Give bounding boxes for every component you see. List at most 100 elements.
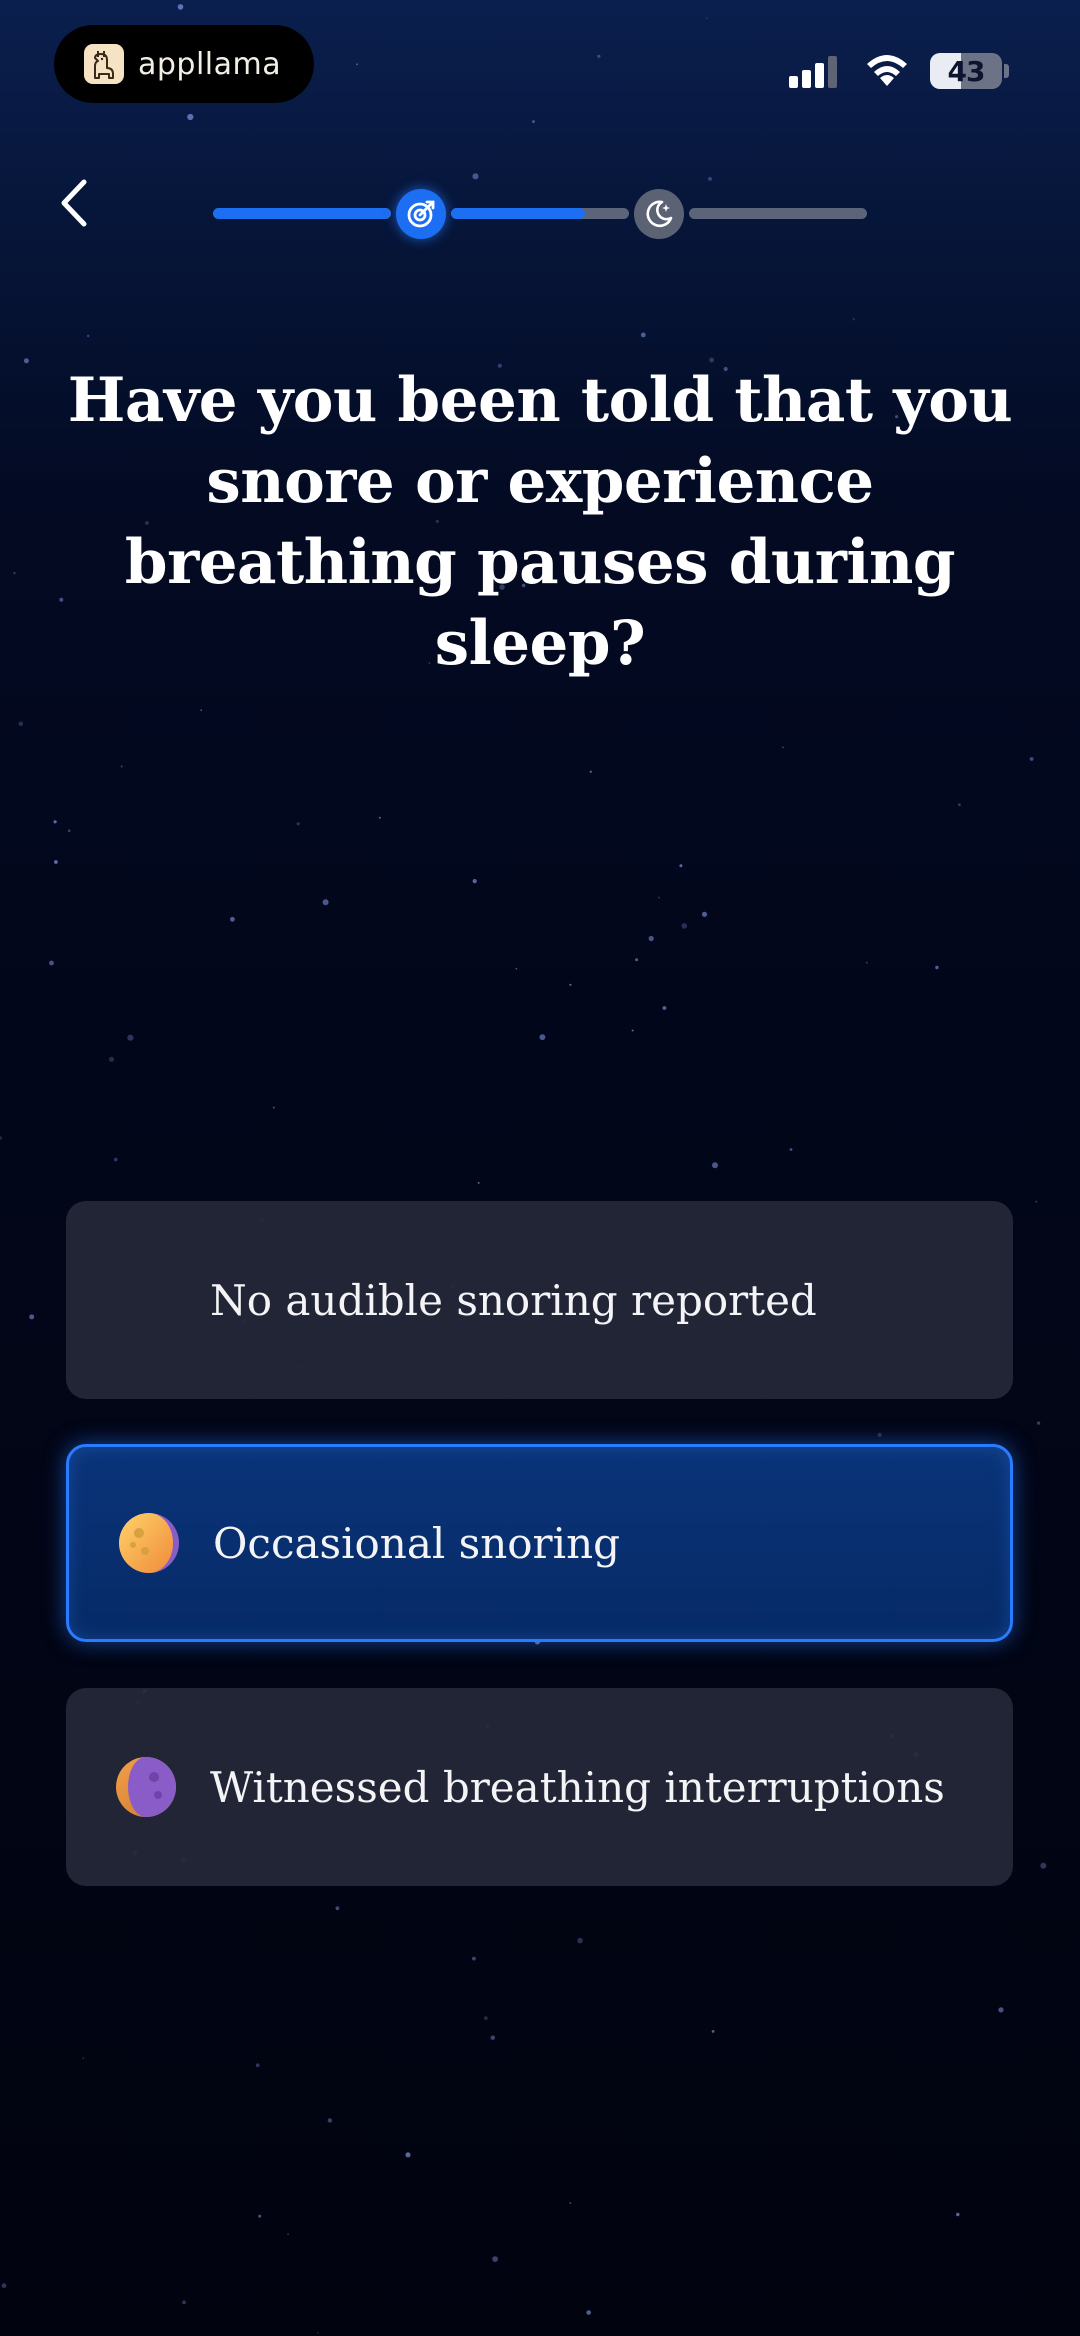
starfield-background xyxy=(0,4,1047,2334)
star xyxy=(23,358,29,364)
progress-segment-2 xyxy=(451,208,629,219)
progress-fill-2 xyxy=(451,208,585,219)
star xyxy=(958,803,961,807)
star xyxy=(701,911,708,917)
star xyxy=(120,765,123,768)
star xyxy=(681,923,688,929)
star xyxy=(935,965,939,970)
star xyxy=(852,318,855,321)
option-breathing-interruptions[interactable]: Witnessed breathing interruptions xyxy=(66,1688,1013,1886)
brand-name: appllama xyxy=(138,46,282,82)
star xyxy=(54,860,58,864)
star xyxy=(356,63,358,66)
star xyxy=(113,1157,118,1162)
star xyxy=(515,967,518,970)
star xyxy=(405,2152,411,2158)
star xyxy=(82,2057,85,2060)
star xyxy=(49,960,54,966)
star xyxy=(640,332,646,338)
star xyxy=(13,572,16,575)
star xyxy=(327,2118,333,2123)
star xyxy=(296,822,300,826)
progress-fill-1 xyxy=(213,208,391,219)
star xyxy=(322,899,329,906)
star xyxy=(87,334,90,338)
star xyxy=(539,1034,546,1041)
option-label: Occasional snoring xyxy=(213,1518,620,1568)
star xyxy=(679,864,683,868)
star xyxy=(108,1056,115,1062)
brand-badge: appllama xyxy=(54,25,314,103)
star xyxy=(477,1181,480,1184)
gibbous-moon-icon xyxy=(119,1513,179,1573)
star xyxy=(1,2283,7,2288)
star xyxy=(648,935,654,942)
option-label: No audible snoring reported xyxy=(210,1275,817,1325)
wifi-icon xyxy=(867,55,907,86)
star xyxy=(569,2202,572,2205)
star xyxy=(998,2007,1004,2013)
crescent-moon-icon xyxy=(120,1274,172,1323)
star xyxy=(1040,1862,1047,1869)
star xyxy=(187,113,194,121)
star xyxy=(127,1034,134,1041)
star xyxy=(708,176,712,181)
star xyxy=(484,2016,488,2020)
back-button[interactable] xyxy=(50,172,104,234)
star xyxy=(789,1148,793,1151)
star xyxy=(569,983,572,986)
question-title: Have you been told that you snore or exp… xyxy=(67,365,1013,679)
star xyxy=(67,829,71,833)
star xyxy=(200,709,203,712)
star xyxy=(317,2331,319,2334)
star xyxy=(472,173,479,180)
star xyxy=(0,1136,2,1140)
star xyxy=(658,896,660,899)
star xyxy=(577,1937,583,1944)
star xyxy=(53,820,57,824)
star xyxy=(711,2030,715,2033)
star xyxy=(490,2035,495,2040)
option-no-snoring[interactable]: No audible snoring reported xyxy=(66,1201,1013,1399)
progress-segment-3 xyxy=(689,208,867,219)
star xyxy=(589,770,592,773)
star xyxy=(18,721,24,726)
star xyxy=(712,1162,718,1169)
star xyxy=(255,2063,260,2068)
progress-segment-1 xyxy=(213,208,391,219)
star xyxy=(877,1432,882,1437)
battery-level: 43 xyxy=(947,54,986,88)
star xyxy=(532,120,535,124)
star xyxy=(782,746,784,749)
star xyxy=(29,1314,35,1320)
step-moon xyxy=(634,189,684,239)
star xyxy=(662,1006,667,1010)
target-icon xyxy=(407,200,435,228)
star xyxy=(177,4,184,10)
llama-logo-icon xyxy=(84,44,124,84)
signal-bars-icon xyxy=(789,56,837,88)
star xyxy=(631,1029,634,1032)
star xyxy=(1035,1200,1038,1203)
star xyxy=(1037,1421,1041,1425)
star xyxy=(956,2212,960,2217)
battery-indicator: 43 xyxy=(930,53,1002,89)
star xyxy=(287,2233,289,2235)
step-target xyxy=(396,189,446,239)
option-occasional-snoring[interactable]: Occasional snoring xyxy=(66,1444,1013,1642)
star xyxy=(378,816,381,819)
star xyxy=(706,17,708,19)
star xyxy=(272,1106,275,1109)
star xyxy=(335,1906,340,1911)
option-label: Witnessed breathing interruptions xyxy=(210,1762,945,1812)
star xyxy=(1029,757,1034,761)
moon-icon xyxy=(646,200,673,228)
star xyxy=(472,1956,476,1961)
star xyxy=(865,961,868,964)
star xyxy=(258,2214,262,2218)
battery-cap xyxy=(1004,64,1009,78)
star xyxy=(230,916,235,922)
star xyxy=(597,54,601,58)
star xyxy=(635,958,639,962)
star xyxy=(586,2310,591,2315)
